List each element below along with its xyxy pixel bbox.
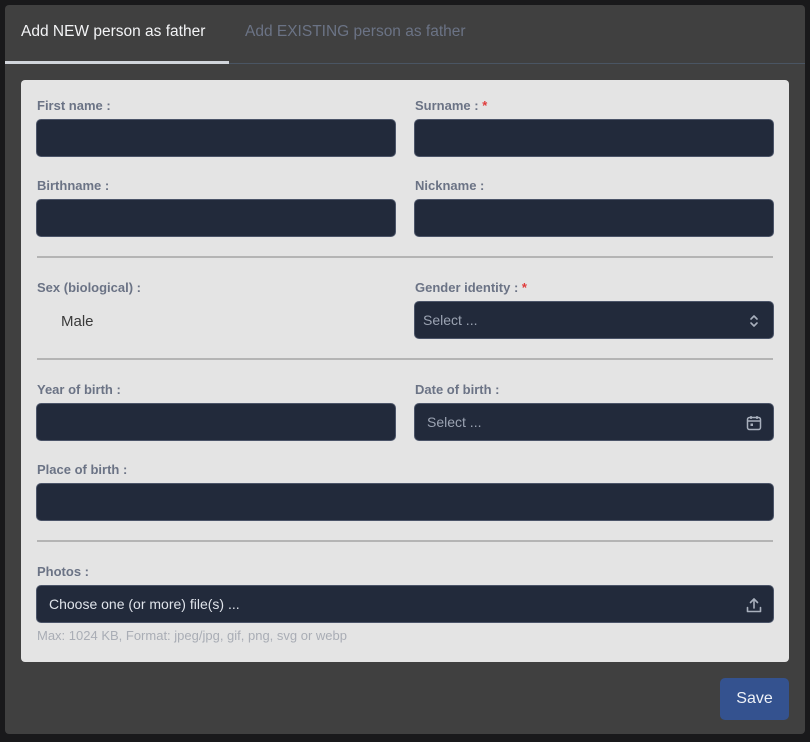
photos-file-input[interactable]: Choose one (or more) file(s) ... (36, 585, 774, 623)
sex-label-text: Sex (biological) : (37, 280, 142, 295)
first-name-label: First name : (37, 98, 111, 113)
photos-placeholder: Choose one (or more) file(s) ... (49, 596, 240, 612)
sex-value: Male (61, 313, 94, 330)
date-of-birth-placeholder: Select ... (427, 414, 482, 430)
section-divider (37, 358, 773, 360)
gender-identity-select[interactable]: Select ... (414, 301, 774, 339)
section-divider (37, 540, 773, 542)
first-name-input[interactable] (36, 119, 396, 157)
sex-label: Sex (biological) : (37, 280, 141, 295)
place-of-birth-label: Place of birth : (37, 462, 127, 477)
photos-hint: Max: 1024 KB, Format: jpeg/jpg, gif, png… (37, 628, 347, 643)
nickname-label-text: Nickname : (415, 178, 485, 193)
date-of-birth-label-text: Date of birth : (415, 382, 500, 397)
photos-label: Photos : (37, 564, 89, 579)
surname-label-text: Surname : (415, 98, 479, 113)
birthname-label-text: Birthname : (37, 178, 110, 193)
tab-bar: Add NEW person as father Add EXISTING pe… (5, 5, 805, 64)
tab-add-existing-person[interactable]: Add EXISTING person as father (245, 23, 466, 41)
section-divider (37, 256, 773, 258)
nickname-label: Nickname : (415, 178, 484, 193)
place-of-birth-label-text: Place of birth : (37, 462, 128, 477)
first-name-label-text: First name : (37, 98, 111, 113)
gender-identity-label-text: Gender identity : (415, 280, 519, 295)
year-of-birth-label: Year of birth : (37, 382, 121, 397)
save-button[interactable]: Save (720, 678, 789, 720)
gender-identity-label: Gender identity : * (415, 280, 527, 295)
year-of-birth-input[interactable] (36, 403, 396, 441)
upload-icon[interactable] (745, 596, 763, 614)
year-of-birth-label-text: Year of birth : (37, 382, 121, 397)
add-father-modal: Add NEW person as father Add EXISTING pe… (5, 5, 805, 734)
birthname-label: Birthname : (37, 178, 109, 193)
nickname-input[interactable] (414, 199, 774, 237)
surname-input[interactable] (414, 119, 774, 157)
person-form: First name : Surname : * Birthname : Nic… (21, 80, 789, 662)
tab-add-new-person[interactable]: Add NEW person as father (21, 23, 205, 41)
place-of-birth-input[interactable] (36, 483, 774, 521)
required-asterisk: * (521, 280, 527, 295)
active-tab-indicator (5, 61, 229, 64)
date-of-birth-label: Date of birth : (415, 382, 500, 397)
required-asterisk: * (482, 98, 488, 113)
chevron-up-down-icon (745, 312, 763, 330)
gender-identity-placeholder: Select ... (423, 312, 478, 328)
photos-label-text: Photos : (37, 564, 89, 579)
surname-label: Surname : * (415, 98, 487, 113)
birthname-input[interactable] (36, 199, 396, 237)
calendar-icon[interactable] (745, 414, 763, 432)
date-of-birth-picker[interactable]: Select ... (414, 403, 774, 441)
